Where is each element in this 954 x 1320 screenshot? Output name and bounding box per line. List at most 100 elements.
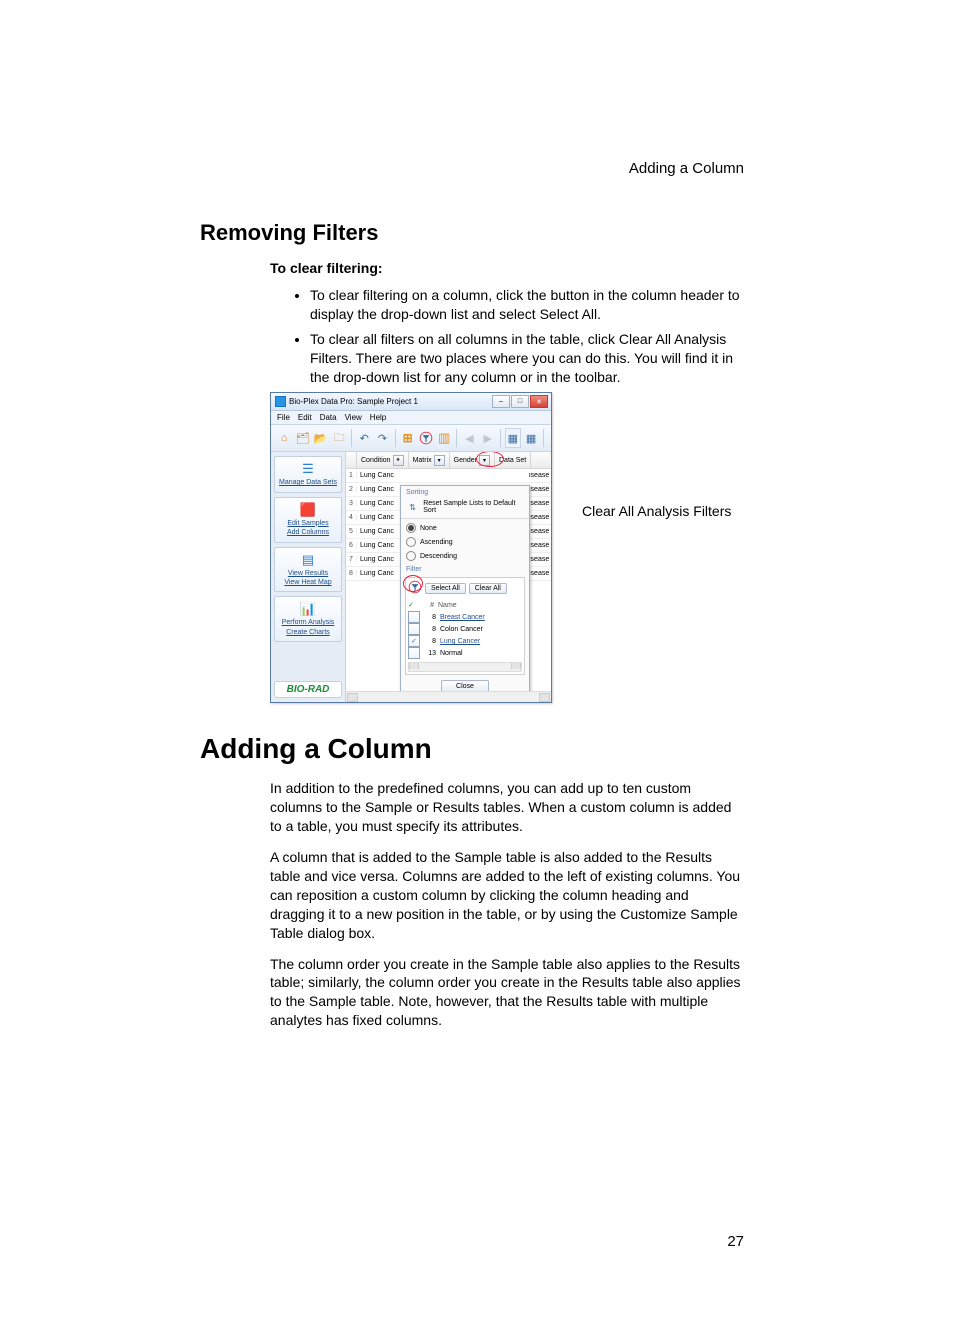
popup-item-none[interactable]: None [401, 521, 529, 535]
cell: isease [527, 570, 551, 577]
paragraph: The column order you create in the Sampl… [270, 955, 744, 1031]
toolbar-separator [543, 429, 544, 447]
undo-icon[interactable]: ↶ [356, 428, 372, 448]
popup-section-label: Filter [401, 563, 529, 575]
filter-row[interactable]: ✓ 8 Lung Cancer [408, 635, 522, 647]
cell: isease [527, 542, 551, 549]
sidebar-link-edit[interactable]: Edit Samples [277, 520, 339, 528]
popup-item-label: Reset Sample Lists to Default Sort [423, 500, 524, 514]
cell: isease [527, 500, 551, 507]
table-row: 1Lung Cancisease [346, 469, 551, 483]
dropdown-icon[interactable]: ▾ [434, 455, 445, 466]
filter-table: ✓ # Name 8 Breast Cancer [408, 599, 522, 659]
brand-logo: BIO-RAD [274, 681, 342, 698]
sidebar-link-viewheat[interactable]: View Heat Map [277, 579, 339, 587]
window-title: Bio-Plex Data Pro: Sample Project 1 [289, 397, 418, 406]
minimize-button[interactable]: – [492, 395, 510, 408]
filter-row[interactable]: 13 Normal [408, 647, 522, 659]
window-titlebar: Bio-Plex Data Pro: Sample Project 1 – □ … [271, 393, 551, 411]
popup-item-desc[interactable]: Descending [401, 549, 529, 563]
sidebar-link-charts[interactable]: Create Charts [277, 629, 339, 637]
filter-name: Colon Cancer [440, 626, 522, 633]
list-icon: ☰ [277, 460, 339, 478]
column-header[interactable]: Condition ⚹ [357, 452, 409, 468]
sidebar-card-edit: 🟥 Edit Samples Add Columns [274, 497, 342, 543]
filter-box: Select All Clear All ✓ # Name [405, 577, 525, 675]
filter-count: 8 [424, 614, 436, 621]
select-all-button[interactable]: Select All [425, 583, 466, 594]
column-header-label: Condition [361, 457, 391, 464]
page-number: 27 [727, 1233, 744, 1250]
popup-item-label: Descending [420, 553, 457, 560]
popup-item-label: None [420, 525, 437, 532]
cell: Lung Canc [357, 500, 404, 507]
documents-icon[interactable]: 🗂 [294, 428, 310, 448]
cell: Lung Canc [357, 472, 404, 479]
filter-row[interactable]: 8 Breast Cancer [408, 611, 522, 623]
sidebar: ☰ Manage Data Sets 🟥 Edit Samples Add Co… [271, 452, 346, 702]
toolbar-separator [351, 429, 352, 447]
row-number: 5 [346, 528, 357, 535]
horizontal-scrollbar[interactable] [346, 691, 551, 702]
columns-icon[interactable]: ▥ [436, 428, 452, 448]
checkbox[interactable]: ✓ [408, 635, 420, 647]
filter-row[interactable]: 8 Colon Cancer [408, 623, 522, 635]
menu-edit[interactable]: Edit [298, 413, 312, 422]
checkbox[interactable] [408, 623, 420, 635]
menu-file[interactable]: File [277, 413, 290, 422]
toolbar-separator [500, 429, 501, 447]
sidebar-card-analysis: 📊 Perform Analysis Create Charts [274, 596, 342, 642]
redo-icon[interactable]: ↷ [374, 428, 390, 448]
grid-icon[interactable]: ⊞ [399, 428, 415, 448]
close-button[interactable]: ✕ [530, 395, 548, 408]
callout-label: Clear All Analysis Filters [582, 502, 731, 520]
sidebar-link-addcols[interactable]: Add Columns [277, 529, 339, 537]
import-icon[interactable]: 🗀 [331, 428, 347, 448]
chart-icon[interactable]: ▦ [523, 428, 539, 448]
popup-section-label: Sorting [401, 486, 529, 498]
filter-col-name: Name [438, 602, 522, 609]
funnel-circled-icon[interactable] [418, 428, 434, 448]
dropdown-icon[interactable]: ⚹ [393, 455, 404, 466]
maximize-button[interactable]: □ [511, 395, 529, 408]
results-icon: ▤ [277, 551, 339, 569]
table-icon[interactable]: ▦ [505, 428, 521, 448]
reset-sort-icon: ⇅ [406, 503, 419, 512]
sidebar-link-viewresults[interactable]: View Results [277, 570, 339, 578]
radio-icon [406, 523, 416, 533]
menu-help[interactable]: Help [370, 413, 386, 422]
clear-all-button[interactable]: Clear All [469, 583, 507, 594]
sidebar-link-perform[interactable]: Perform Analysis [277, 619, 339, 627]
row-number: 7 [346, 556, 357, 563]
menu-data[interactable]: Data [320, 413, 337, 422]
nav-fwd-icon[interactable]: ▶ [480, 428, 496, 448]
sidebar-link-manage[interactable]: Manage Data Sets [277, 479, 339, 487]
grid-color-icon: 🟥 [277, 501, 339, 519]
cell: isease [527, 528, 551, 535]
table-body: 1Lung Cancisease 2Lung Cancisease 3Lung … [346, 469, 551, 581]
popup-item-asc[interactable]: Ascending [401, 535, 529, 549]
folder-open-icon[interactable]: 📂 [313, 428, 329, 448]
column-header-label: Gender [454, 457, 477, 464]
filter-name: Lung Cancer [440, 638, 522, 645]
horizontal-scrollbar[interactable] [408, 662, 522, 672]
column-header[interactable]: Matrix ▾ [409, 452, 450, 468]
home-icon[interactable]: ⌂ [276, 428, 292, 448]
checkbox[interactable] [408, 611, 420, 623]
row-number: 6 [346, 542, 357, 549]
menu-view[interactable]: View [345, 413, 362, 422]
radio-icon [406, 537, 416, 547]
menubar: File Edit Data View Help [271, 411, 551, 425]
popup-item-reset[interactable]: ⇅ Reset Sample Lists to Default Sort [401, 498, 529, 516]
heading-adding-column: Adding a Column [200, 733, 744, 765]
checkbox[interactable] [408, 647, 420, 659]
divider [401, 518, 529, 519]
paragraph: In addition to the predefined columns, y… [270, 779, 744, 836]
filter-count: 8 [424, 638, 436, 645]
cell: isease [527, 486, 551, 493]
sidebar-card-view: ▤ View Results View Heat Map [274, 547, 342, 593]
app-icon [275, 396, 286, 407]
nav-back-icon[interactable]: ◀ [461, 428, 477, 448]
cell: isease [527, 556, 551, 563]
row-number: 2 [346, 486, 357, 493]
